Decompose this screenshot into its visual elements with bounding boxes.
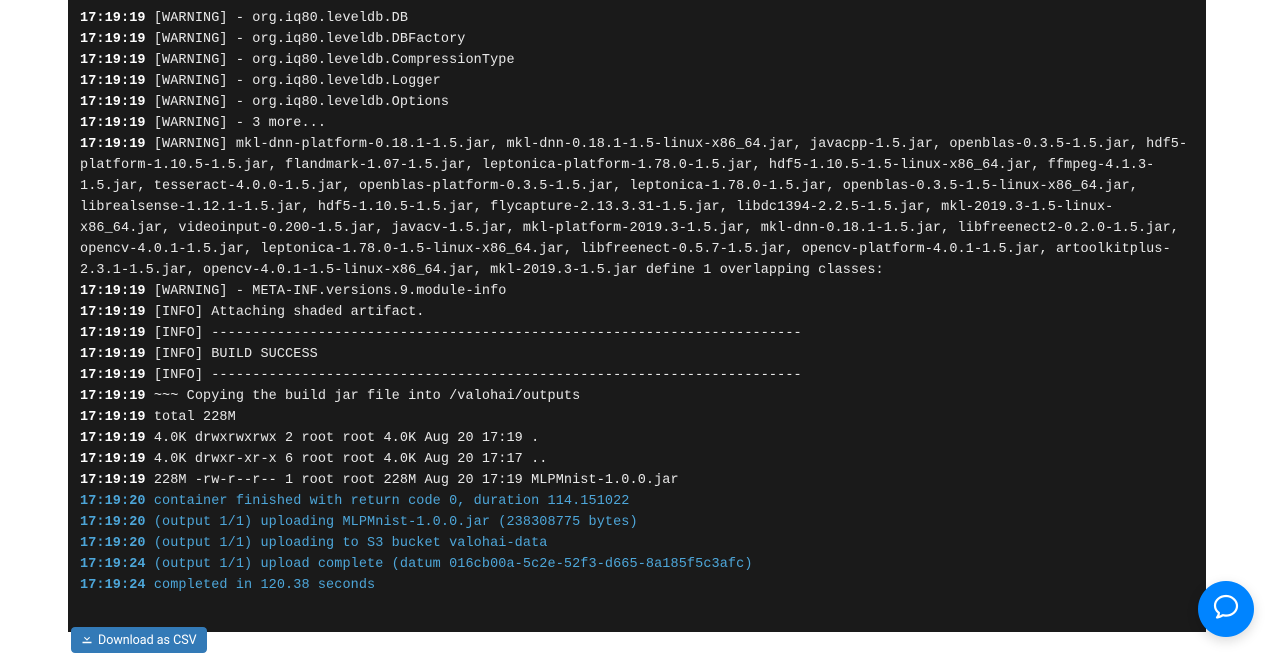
log-message: [WARNING] mkl-dnn-platform-0.18.1-1.5.ja… [80,137,1187,278]
chat-widget-button[interactable] [1198,581,1254,637]
log-message: (output 1/1) uploading to S3 bucket valo… [146,536,548,551]
log-timestamp: 17:19:19 [80,473,146,488]
log-message: 4.0K drwxr-xr-x 6 root root 4.0K Aug 20 … [146,452,548,467]
log-timestamp: 17:19:19 [80,452,146,467]
log-message: (output 1/1) upload complete (datum 016c… [146,557,753,572]
log-message: [WARNING] - META-INF.versions.9.module-i… [146,284,507,299]
log-timestamp: 17:19:24 [80,557,146,572]
log-timestamp: 17:19:19 [80,431,146,446]
build-log-terminal[interactable]: 17:19:19 [WARNING] - org.iq80.leveldb.DB… [68,0,1206,632]
log-timestamp: 17:19:19 [80,32,146,47]
log-timestamp: 17:19:19 [80,389,146,404]
log-timestamp: 17:19:19 [80,137,146,152]
log-message: [WARNING] - org.iq80.leveldb.Options [146,95,449,110]
log-message: [WARNING] - 3 more... [146,116,326,131]
log-timestamp: 17:19:20 [80,515,146,530]
log-message: container finished with return code 0, d… [146,494,630,509]
log-timestamp: 17:19:19 [80,116,146,131]
log-timestamp: 17:19:20 [80,536,146,551]
log-message: total 228M [146,410,236,425]
log-timestamp: 17:19:19 [80,410,146,425]
chat-icon [1212,593,1240,625]
download-csv-label: Download as CSV [98,633,197,648]
log-message: [INFO] ---------------------------------… [146,326,802,341]
log-timestamp: 17:19:19 [80,368,146,383]
log-message: [INFO] Attaching shaded artifact. [146,305,425,320]
log-message: [INFO] BUILD SUCCESS [146,347,318,362]
log-timestamp: 17:19:19 [80,53,146,68]
download-csv-button[interactable]: Download as CSV [71,627,207,653]
log-timestamp: 17:19:20 [80,494,146,509]
log-message: [INFO] ---------------------------------… [146,368,802,383]
log-timestamp: 17:19:19 [80,326,146,341]
log-timestamp: 17:19:19 [80,11,146,26]
log-message: 4.0K drwxrwxrwx 2 root root 4.0K Aug 20 … [146,431,540,446]
log-timestamp: 17:19:19 [80,95,146,110]
log-message: [WARNING] - org.iq80.leveldb.DB [146,11,408,26]
log-message: [WARNING] - org.iq80.leveldb.Compression… [146,53,515,68]
log-timestamp: 17:19:19 [80,284,146,299]
log-message: ~~~ Copying the build jar file into /val… [146,389,581,404]
log-message: 228M -rw-r--r-- 1 root root 228M Aug 20 … [146,473,679,488]
log-timestamp: 17:19:19 [80,305,146,320]
log-message: (output 1/1) uploading MLPMnist-1.0.0.ja… [146,515,638,530]
download-icon [81,632,93,648]
log-timestamp: 17:19:19 [80,347,146,362]
log-message: [WARNING] - org.iq80.leveldb.Logger [146,74,441,89]
log-timestamp: 17:19:24 [80,578,146,593]
log-timestamp: 17:19:19 [80,74,146,89]
log-message: [WARNING] - org.iq80.leveldb.DBFactory [146,32,466,47]
log-message: completed in 120.38 seconds [146,578,376,593]
